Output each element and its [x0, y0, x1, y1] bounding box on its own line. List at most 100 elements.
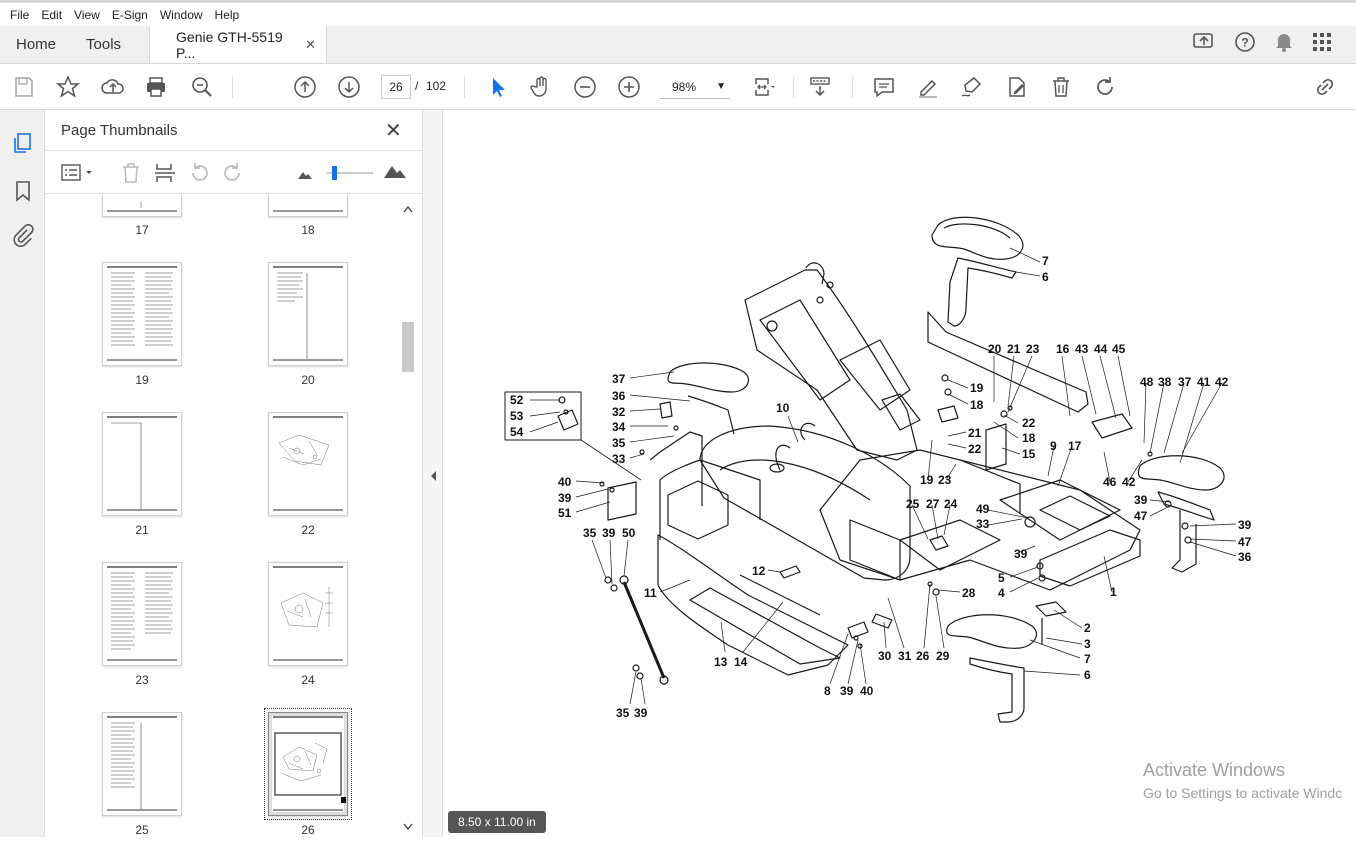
document-tab[interactable]: Genie GTH-5519 P... ✕ — [149, 26, 328, 63]
scroll-mode-icon[interactable] — [806, 73, 834, 101]
parts-exploded-diagram: 761037363234353352535440395135 39 50111213… — [504, 216, 1252, 723]
callout-number: 7 — [1042, 254, 1049, 268]
callout-number: 53 — [510, 409, 524, 423]
callout-number: 23 — [938, 473, 952, 487]
callout-number: 21 — [1007, 342, 1021, 356]
thumbnail-page-25[interactable] — [102, 712, 182, 816]
attachments-paperclip-icon[interactable] — [10, 222, 36, 248]
previous-page-icon[interactable] — [291, 73, 319, 101]
callout-numbers: 761037363234353352535440395135 39 50111213… — [510, 254, 1252, 720]
callout-number: 25 — [906, 497, 920, 511]
thumbnail-page-21[interactable] — [102, 412, 182, 516]
callout-number: 2 — [1084, 621, 1091, 635]
fuel-tank — [699, 425, 911, 581]
thumbnail-page-24[interactable] — [268, 562, 348, 666]
panel-collapse-handle[interactable] — [423, 110, 443, 837]
select-cursor-icon[interactable] — [484, 73, 512, 101]
close-tab-icon[interactable]: ✕ — [305, 37, 316, 53]
document-viewer[interactable]: 7 6 10 37 36 32 34 35 33 52 53 54 40 39 51 35 39 50 11 12 13… — [443, 110, 1356, 837]
storage-box — [657, 534, 849, 676]
seat-pad-bottom — [946, 614, 1037, 649]
callout-number: 1 — [1110, 585, 1117, 599]
large-thumbnails-icon[interactable] — [383, 163, 407, 184]
find-zoom-icon[interactable] — [188, 73, 216, 101]
share-screen-icon[interactable] — [1192, 31, 1216, 58]
next-page-icon[interactable] — [335, 73, 363, 101]
zoom-level-dropdown[interactable]: 98% ▼ — [660, 75, 730, 99]
callout-number: 12 — [752, 564, 766, 578]
scrollbar-thumb[interactable] — [402, 322, 414, 372]
menu-view[interactable]: View — [68, 8, 106, 22]
thumbnail-scrollbar[interactable] — [401, 202, 415, 837]
thumbnail-page-26[interactable] — [264, 708, 352, 820]
page-number-input[interactable]: 26 — [381, 75, 411, 99]
share-link-icon[interactable] — [1311, 73, 1339, 101]
apps-grid-icon[interactable] — [1312, 32, 1332, 57]
print-icon[interactable] — [142, 73, 170, 101]
thumbnail-page-22[interactable] — [268, 412, 348, 516]
help-icon[interactable]: ? — [1234, 31, 1256, 58]
windows-activation-watermark: Activate Windows Go to Settings to activ… — [1143, 760, 1342, 801]
callout-number: 39 — [602, 526, 616, 540]
save-icon[interactable] — [10, 73, 38, 101]
highlight-pen-icon[interactable] — [914, 73, 942, 101]
comment-icon[interactable] — [870, 73, 898, 101]
edit-document-icon[interactable] — [1003, 73, 1031, 101]
svg-text:?: ? — [1241, 36, 1248, 50]
thumbnail-size-slider[interactable] — [327, 165, 373, 186]
rotate-icon[interactable] — [1091, 73, 1119, 101]
tab-bar: Home Tools Genie GTH-5519 P... ✕ ? — [0, 26, 1356, 64]
page-total: 102 — [426, 79, 447, 93]
callout-number: 34 — [612, 420, 626, 434]
menu-edit[interactable]: Edit — [35, 8, 68, 22]
callout-number: 47 — [1134, 509, 1148, 523]
insert-page-icon[interactable] — [153, 161, 177, 190]
upload-cloud-icon[interactable] — [99, 73, 127, 101]
callout-number: 36 — [612, 389, 626, 403]
callout-number: 23 — [1026, 342, 1040, 356]
menu-help[interactable]: Help — [209, 8, 246, 22]
close-panel-icon[interactable]: ✕ — [385, 118, 402, 143]
delete-trash-icon[interactable] — [1047, 73, 1075, 101]
menu-bar: File Edit View E-Sign Window Help — [0, 0, 1356, 26]
notifications-bell-icon[interactable] — [1274, 31, 1294, 58]
thumbnail-page-20[interactable] — [268, 262, 348, 366]
callout-number: 35 — [583, 526, 597, 540]
callout-number: 19 — [970, 381, 984, 395]
callout-number: 35 — [616, 706, 630, 720]
callout-number: 22 — [1022, 416, 1036, 430]
rotate-left-icon[interactable] — [187, 161, 211, 190]
watermark-line-2: Go to Settings to activate Windc — [1143, 785, 1343, 801]
callout-number: 13 — [714, 655, 728, 669]
zoom-out-icon[interactable] — [571, 73, 599, 101]
hand-tool-icon[interactable] — [527, 73, 555, 101]
page-separator: / — [415, 79, 419, 93]
sign-pen-icon[interactable] — [958, 73, 986, 101]
tab-tools[interactable]: Tools — [68, 26, 133, 63]
callout-number: 31 — [898, 649, 912, 663]
callout-number: 48 — [1140, 375, 1154, 389]
thumbnail-label: 25 — [135, 823, 149, 837]
page-thumbnails-panel: Page Thumbnails ✕ 17 18 19 20 21 22 23 2… — [45, 110, 423, 837]
small-thumbnails-icon[interactable] — [297, 167, 313, 185]
callout-number: 10 — [776, 401, 790, 415]
menu-file[interactable]: File — [4, 8, 35, 22]
thumbnail-page-18[interactable] — [268, 195, 348, 217]
menu-esign[interactable]: E-Sign — [106, 8, 154, 22]
upright-frame — [744, 269, 918, 461]
bookmark-star-icon[interactable] — [54, 73, 82, 101]
thumbnail-page-23[interactable] — [102, 562, 182, 666]
menu-window[interactable]: Window — [154, 8, 209, 22]
thumbnail-page-19[interactable] — [102, 262, 182, 366]
delete-page-icon[interactable] — [119, 161, 143, 190]
thumbnail-page-17[interactable] — [102, 195, 182, 217]
callout-number: 49 — [976, 502, 990, 516]
bookmarks-icon[interactable] — [10, 178, 36, 204]
tab-home[interactable]: Home — [0, 26, 68, 63]
options-menu-icon[interactable] — [61, 163, 97, 188]
rotate-right-icon[interactable] — [221, 161, 245, 190]
page-thumbnails-icon[interactable] — [10, 130, 36, 156]
page-fit-icon[interactable] — [750, 73, 778, 101]
callout-number: 54 — [510, 425, 524, 439]
zoom-in-icon[interactable] — [615, 73, 643, 101]
